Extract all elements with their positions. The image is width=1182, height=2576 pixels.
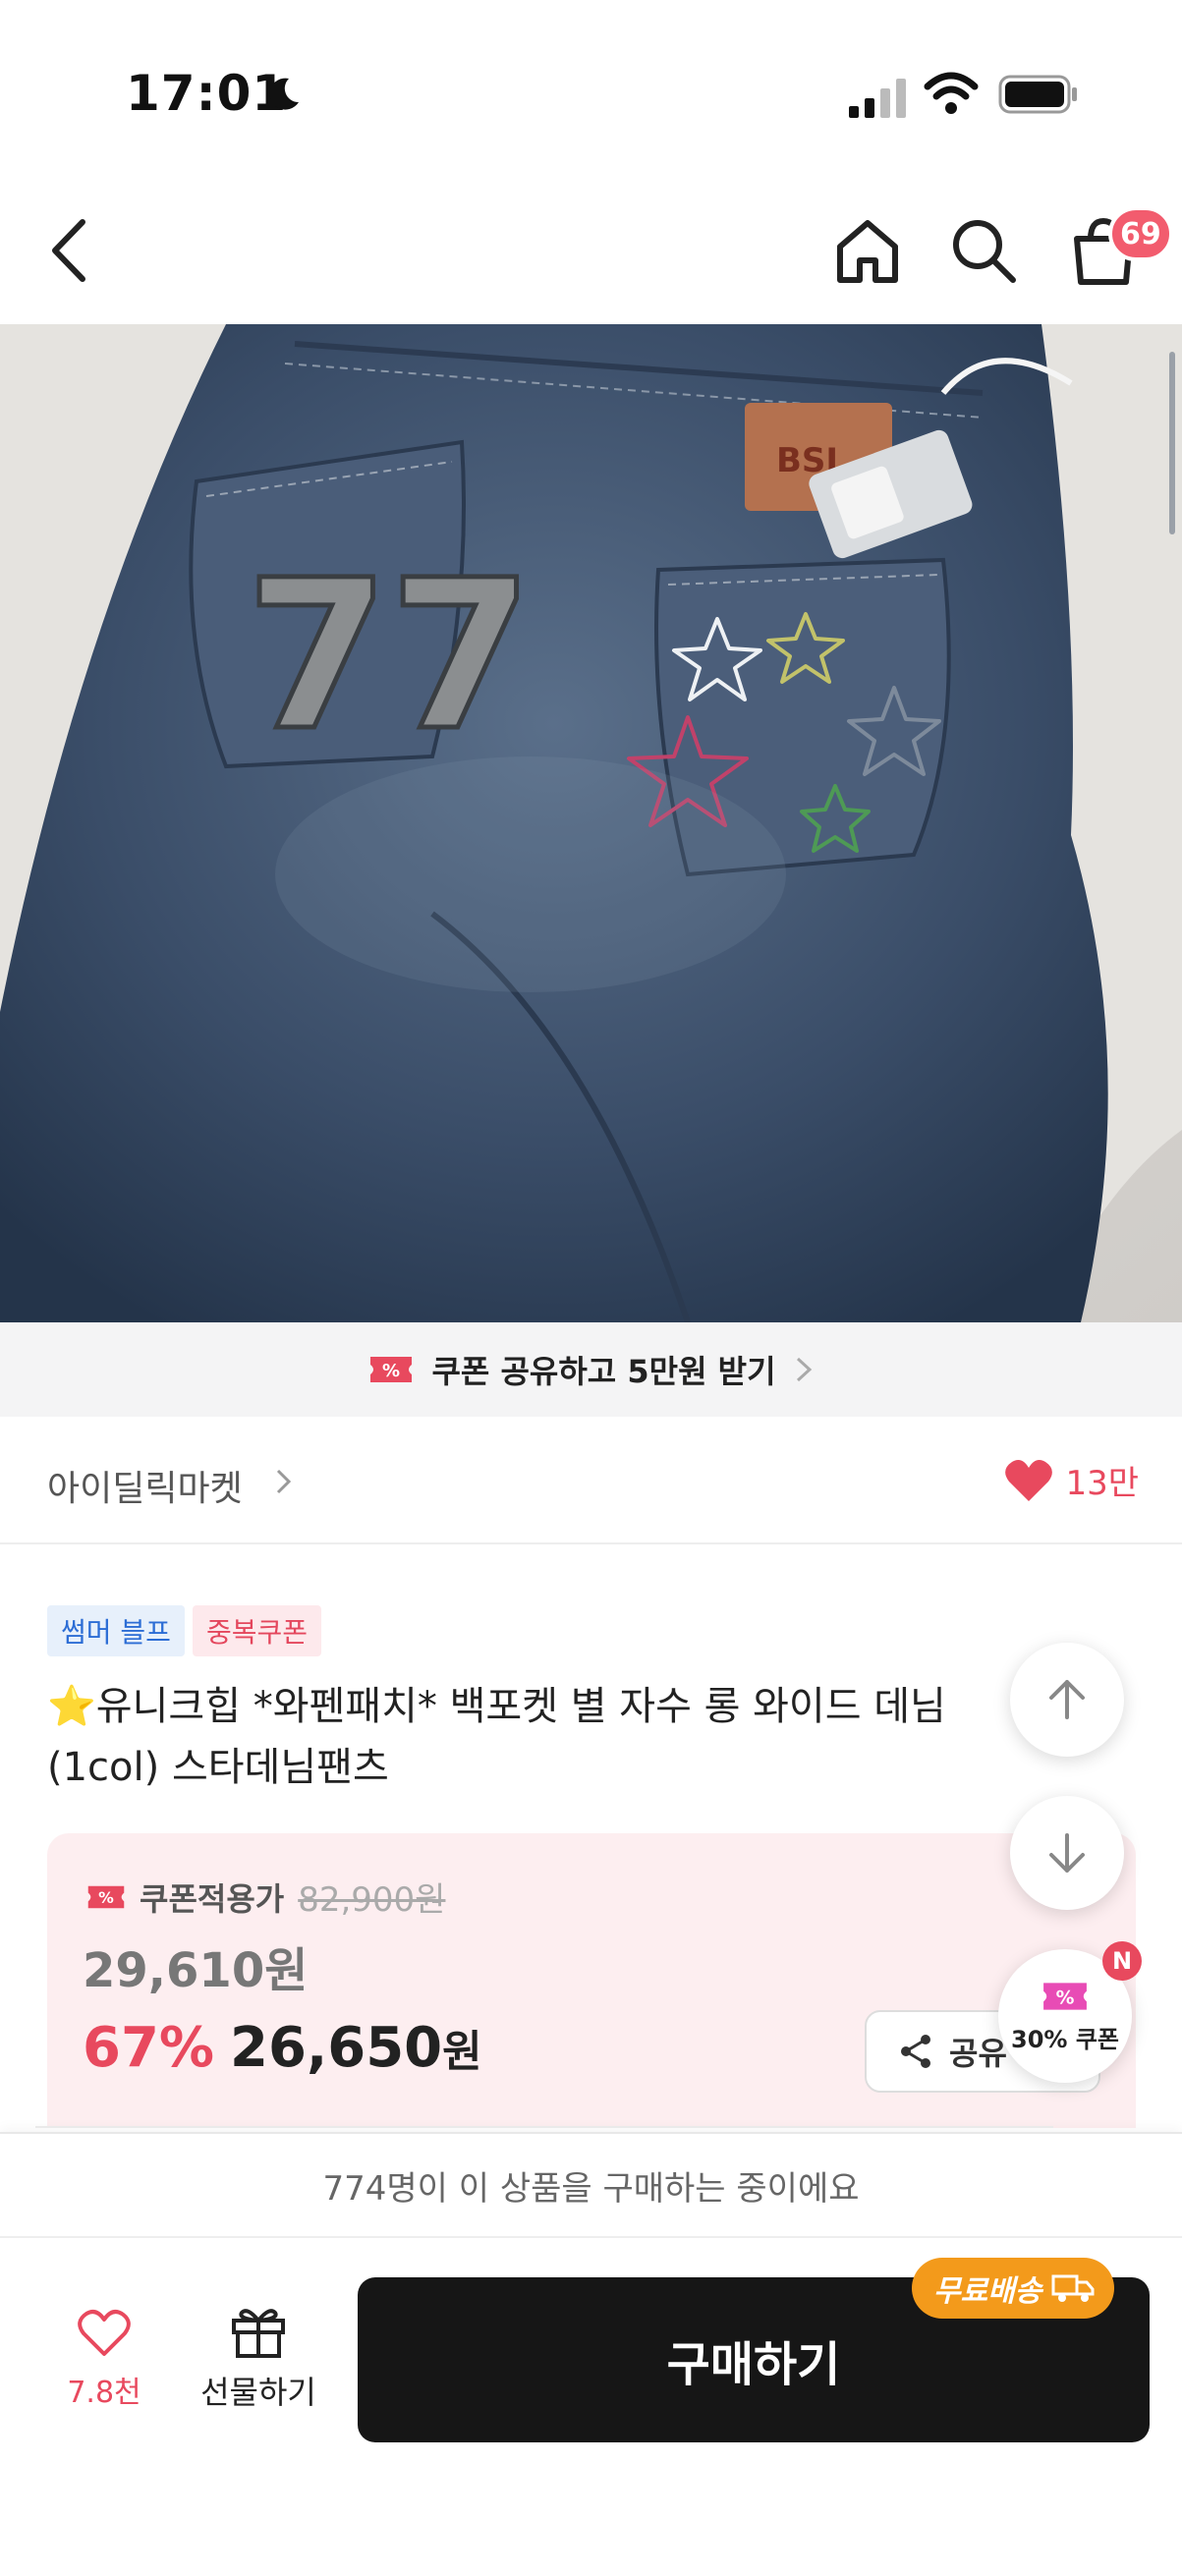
coupon-ticket-icon: %	[370, 1357, 413, 1382]
product-title: ⭐유니크힙 *와펜패치* 백포켓 별 자수 롱 와이드 데님 (1col) 스타…	[47, 1676, 1069, 1798]
page-scrollbar[interactable]	[1169, 352, 1175, 534]
share-label: 공유	[949, 2035, 1007, 2072]
product-photo: BSJ 77	[0, 324, 1182, 1322]
final-price-number: 26,650	[230, 2016, 443, 2080]
chevron-right-icon	[796, 1357, 812, 1382]
coupon-ticket-icon: %	[87, 1885, 125, 1908]
svg-text:77: 77	[246, 535, 533, 776]
battery-icon	[998, 75, 1077, 114]
coupon-ticket-icon: %	[1043, 1982, 1087, 2010]
truck-icon	[1051, 2274, 1095, 2302]
home-icon	[837, 220, 898, 283]
scroll-top-button[interactable]	[1010, 1643, 1124, 1757]
moon-icon	[269, 78, 299, 110]
coupon-share-text: 쿠폰 공유하고 5만원 받기	[431, 1353, 776, 1390]
product-image-carousel[interactable]: BSJ 77	[0, 324, 1182, 1322]
bottom-action-bar: 7.8천 선물하기 구매하기 무료배송	[0, 2238, 1182, 2576]
chevron-left-icon	[52, 219, 85, 282]
discount-percent: 67%	[83, 2016, 215, 2080]
wishlist-count: 7.8천	[67, 2376, 141, 2410]
svg-text:%: %	[98, 1888, 114, 1907]
cart-count-badge: 69	[1108, 206, 1173, 261]
home-button[interactable]	[823, 206, 912, 295]
coupon-price-row: % 쿠폰적용가 82,900원	[86, 1873, 445, 1921]
search-icon	[953, 220, 1016, 283]
arrow-up-icon	[1049, 1680, 1085, 1719]
chevron-right-icon	[276, 1469, 292, 1494]
wishlist-button[interactable]: 7.8천	[55, 2309, 153, 2411]
coupon-share-banner[interactable]: % 쿠폰 공유하고 5만원 받기	[0, 1322, 1182, 1417]
product-title-line-1: ⭐유니크힙 *와펜패치* 백포켓 별 자수 롱 와이드 데님	[47, 1684, 946, 1729]
divider	[35, 2126, 1053, 2128]
svg-text:%: %	[1056, 1988, 1075, 2008]
product-title-line-2: (1col) 스타데님팬츠	[47, 1745, 389, 1790]
search-button[interactable]	[939, 206, 1028, 295]
new-badge: N	[1102, 1941, 1142, 1981]
svg-text:%: %	[382, 1361, 400, 1381]
price-box: % 쿠폰적용가 82,900원 29,610원 67% 26,650원 공유	[47, 1833, 1136, 2128]
original-price: 82,900원	[298, 1880, 446, 1920]
sale-price-row: 67% 26,650원	[83, 2016, 482, 2080]
gift-button[interactable]: 선물하기	[195, 2305, 322, 2413]
status-bar: 17:01	[0, 0, 1182, 177]
heart-outline-icon	[78, 2310, 131, 2356]
scroll-bottom-button[interactable]	[1010, 1796, 1124, 1910]
badge-summer-black-friday: 썸머 블프	[47, 1605, 185, 1656]
store-name-link[interactable]: 아이딜릭마켓	[47, 1460, 243, 1511]
coupon-price-label: 쿠폰적용가	[140, 1879, 285, 1918]
badge-duplicate-coupon: 중복쿠폰	[192, 1605, 321, 1656]
coupon-applied-price: 29,610원	[83, 1943, 309, 1998]
arrow-down-icon	[1049, 1833, 1085, 1873]
free-shipping-badge: 무료배송	[912, 2258, 1115, 2319]
cellular-signal-icon	[849, 79, 906, 118]
heart-filled-icon	[1005, 1459, 1053, 1501]
coupon-floating-label: 30% 쿠폰	[1011, 2025, 1119, 2053]
final-price-unit: 원	[442, 2027, 482, 2077]
gift-icon	[232, 2309, 285, 2358]
gift-label: 선물하기	[200, 2374, 316, 2411]
store-row: 아이딜릭마켓 13만	[0, 1417, 1182, 1544]
promo-badges: 썸머 블프 중복쿠폰	[47, 1605, 321, 1656]
store-like-count: 13만	[1065, 1464, 1139, 1503]
share-icon	[901, 2035, 930, 2068]
current-buyers-notice: 774명이 이 상품을 구매하는 중이에요	[0, 2132, 1182, 2238]
wifi-icon	[924, 72, 979, 114]
back-button[interactable]	[26, 206, 114, 295]
free-shipping-label: 무료배송	[933, 2274, 1042, 2309]
final-price: 26,650원	[230, 2016, 482, 2080]
store-like-button[interactable]: 13만	[1004, 1456, 1139, 1504]
